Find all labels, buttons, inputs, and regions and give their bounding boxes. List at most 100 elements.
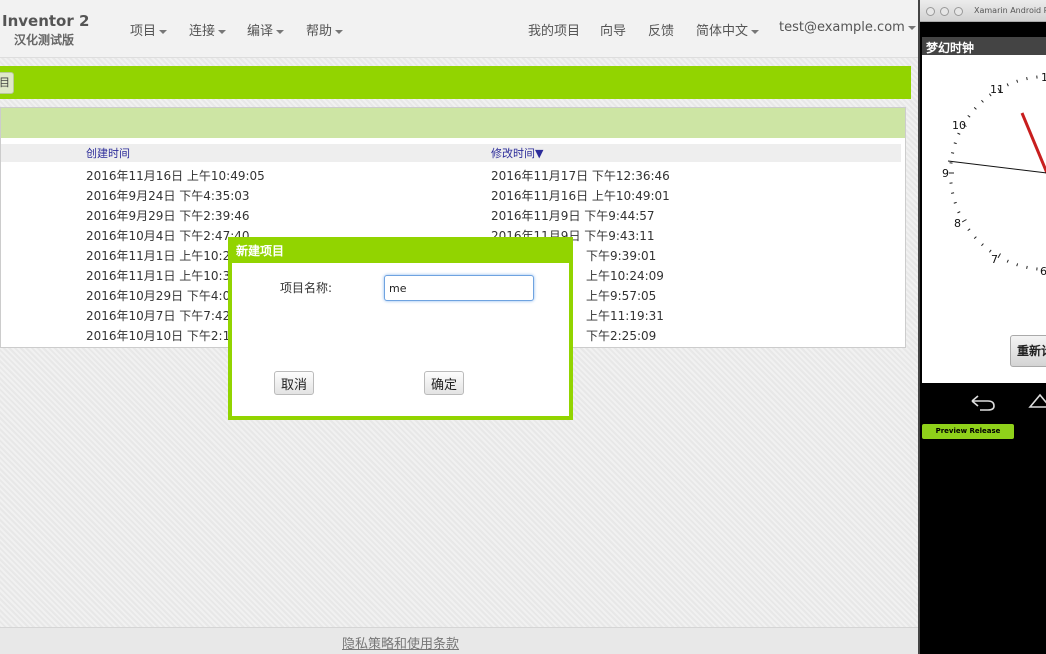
clock-tick [951, 152, 955, 154]
zoom-window-icon[interactable] [954, 7, 963, 16]
cell-modified: 2016年11月16日 上午10:49:01 [491, 189, 670, 203]
chevron-down-icon [751, 29, 760, 34]
minimize-window-icon[interactable] [940, 7, 949, 16]
cell-modified: 上午11:19:31 [586, 309, 664, 323]
table-row[interactable]: 2016年11月16日 上午10:49:05 2016年11月17日 下午12:3… [1, 164, 901, 184]
cell-modified: 下午2:25:09 [586, 329, 657, 343]
top-navigation-bar: Inventor 2 汉化测试版 项目 连接 编译 帮助 我的项目 向导 反馈 … [0, 0, 918, 58]
clock-tick [981, 243, 984, 247]
cell-modified: 2016年11月17日 下午12:36:46 [491, 169, 670, 183]
clock-tick [1026, 265, 1028, 269]
cell-created: 2016年10月29日 下午4:0 [86, 289, 231, 303]
clock-number-11: 11 [990, 83, 1004, 96]
clock-tick [961, 219, 967, 223]
clock-tick [1016, 263, 1019, 267]
nav-icons [971, 393, 1046, 411]
cell-modified: 下午9:39:01 [586, 249, 657, 263]
clock-tick [973, 236, 977, 239]
clock-tick [1006, 83, 1009, 87]
menu-connect[interactable]: 连接 [189, 20, 227, 39]
app-title: 梦幻时钟 [926, 41, 975, 55]
emulator-title: Xamarin Android P [974, 6, 1046, 15]
cancel-button[interactable]: 取消 [274, 371, 315, 395]
clock-number-10: 10 [952, 119, 966, 132]
menu-help-label: 帮助 [306, 24, 333, 39]
project-toolbar [0, 66, 911, 99]
app-title-bar: 梦幻时钟 [922, 37, 1046, 55]
cell-created: 2016年10月7日 下午7:42 [86, 309, 231, 323]
privacy-terms-link[interactable]: 隐私策略和使用条款 [342, 633, 459, 652]
menu-build-label: 编译 [247, 24, 274, 39]
close-window-icon[interactable] [926, 7, 935, 16]
clock-tick [1026, 77, 1028, 81]
cell-modified: 2016年11月9日 下午9:44:57 [491, 209, 655, 223]
column-header-created[interactable]: 创建时间 [86, 145, 130, 161]
menu-help[interactable]: 帮助 [306, 20, 344, 39]
project-name-label: 项目名称: [280, 281, 333, 295]
account-menu[interactable]: test@example.com [779, 20, 916, 35]
cell-created: 2016年10月10日 下午2:1 [86, 329, 231, 343]
menu-build[interactable]: 编译 [247, 20, 285, 39]
cell-modified: 上午10:24:09 [586, 269, 664, 283]
clock-tick [1006, 259, 1009, 263]
ok-button[interactable]: 确定 [424, 371, 465, 395]
dialog-title-bar[interactable]: 新建项目 [228, 237, 573, 263]
cell-created: 2016年11月1日 上午10:2 [86, 249, 231, 263]
nav-guide[interactable]: 向导 [600, 20, 626, 39]
clock-tick [973, 107, 977, 110]
cell-created: 2016年9月24日 下午4:35:03 [86, 189, 250, 203]
language-label: 简体中文 [696, 24, 749, 39]
column-header-row [1, 144, 901, 162]
reset-button[interactable]: 重新计 [1010, 335, 1046, 367]
analog-clock: 12 11 10 9 8 7 6 [942, 71, 1046, 278]
clock-tick [967, 114, 971, 118]
dialog-title: 新建项目 [236, 244, 285, 258]
clock-tick [1016, 79, 1019, 83]
clock-tick [953, 201, 957, 204]
back-icon[interactable] [971, 395, 995, 411]
cell-created: 2016年10月4日 下午2:47:40 [86, 229, 250, 243]
nav-feedback[interactable]: 反馈 [648, 20, 674, 39]
clock-ticks [949, 75, 1038, 271]
menu-projects-label: 项目 [130, 24, 157, 39]
clock-tick [988, 249, 992, 253]
emulator-screen: 12 11 10 9 8 7 6 重新计 [922, 55, 1046, 383]
toolbar-button[interactable]: 目 [0, 72, 14, 94]
project-name-input[interactable] [384, 275, 534, 301]
clock-number-7: 7 [991, 253, 998, 266]
home-icon[interactable] [1028, 393, 1046, 408]
account-email: test@example.com [779, 20, 905, 35]
logo-subtitle: 汉化测试版 [14, 33, 75, 47]
chevron-down-icon [335, 29, 344, 34]
menu-projects[interactable]: 项目 [130, 20, 168, 39]
clock-tick [953, 142, 957, 145]
app-inventor-window: Inventor 2 汉化测试版 项目 连接 编译 帮助 我的项目 向导 反馈 … [0, 0, 918, 654]
panel-header [1, 108, 905, 138]
android-nav-bar [922, 383, 1046, 421]
logo-title[interactable]: Inventor 2 [2, 12, 89, 30]
clock-tick [967, 228, 971, 232]
new-project-dialog: 新建项目 项目名称: 取消 确定 [228, 237, 573, 420]
nav-my-projects[interactable]: 我的项目 [528, 20, 580, 39]
cell-created: 2016年9月29日 下午2:39:46 [86, 209, 250, 223]
chevron-down-icon [907, 25, 916, 30]
hour-hand [1020, 112, 1046, 174]
chevron-down-icon [276, 29, 285, 34]
clock-tick [981, 99, 984, 103]
language-selector[interactable]: 简体中文 [696, 20, 760, 39]
chevron-down-icon [218, 29, 227, 34]
clock-number-12: 12 [1041, 71, 1046, 84]
chevron-down-icon [159, 29, 168, 34]
table-row[interactable]: 2016年9月29日 下午2:39:46 2016年11月9日 下午9:44:57 [1, 204, 901, 224]
minute-hand [947, 160, 1046, 174]
cell-modified: 上午9:57:05 [586, 289, 657, 303]
cell-created: 2016年11月16日 上午10:49:05 [86, 169, 265, 183]
clock-number-6: 6 [1040, 265, 1046, 278]
clock-tick [957, 211, 961, 214]
clock-number-9: 9 [942, 167, 949, 180]
clock-tick [997, 253, 1001, 259]
column-header-modified[interactable]: 修改时间▼ [491, 145, 543, 161]
table-row[interactable]: 2016年9月24日 下午4:35:03 2016年11月16日 上午10:49:… [1, 184, 901, 204]
preview-release-badge: Preview Release [922, 424, 1014, 439]
emulator-title-bar[interactable]: Xamarin Android P [920, 0, 1046, 22]
